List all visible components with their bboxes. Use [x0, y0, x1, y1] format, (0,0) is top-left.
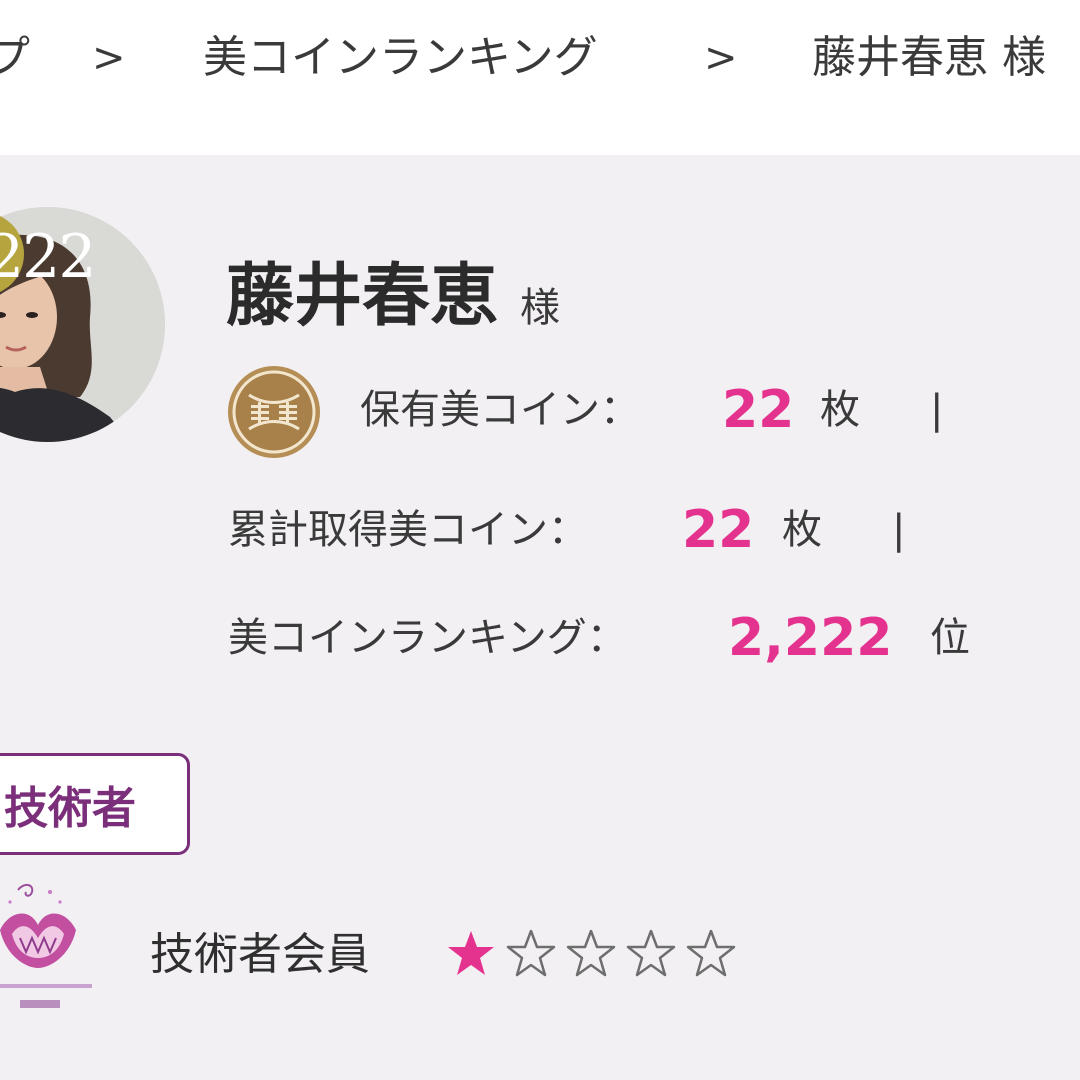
star-empty-icon [686, 929, 736, 977]
year-badge-text: 222 [0, 222, 97, 292]
breadcrumb-separator: > [704, 35, 738, 81]
star-empty-icon [626, 929, 676, 977]
page: プ > 美コインランキング > 藤井春恵 様 222 藤井春恵 様 保有美コイン… [0, 0, 1080, 1080]
stat-separator: | [930, 387, 944, 433]
brand-logo-icon [0, 884, 92, 1008]
stat-held-label: 保有美コイン： [360, 387, 640, 433]
membership-type: 技術者会員 [150, 929, 370, 980]
star-empty-icon [566, 929, 616, 977]
stat-held-coins: 保有美コイン： 22 枚 | [360, 382, 943, 438]
member-rating [446, 928, 746, 978]
member-name: 藤井春恵 [226, 257, 499, 336]
role-tag-label: 技術者 [4, 783, 136, 834]
stat-ranking-unit: 位 [930, 615, 970, 661]
stat-ranking-value: 2,222 [728, 608, 893, 668]
breadcrumb-item-ranking[interactable]: 美コインランキング [203, 28, 598, 88]
star-empty-icon [506, 929, 556, 977]
profile-panel: 222 藤井春恵様 保有美コイン： 22 枚 | 累計取得美コイン： 22 枚 … [0, 155, 1080, 1080]
breadcrumb-item-top[interactable]: プ [0, 28, 30, 88]
stat-cumulative-coins: 累計取得美コイン： 22 枚 | [228, 502, 905, 558]
member-honorific: 様 [520, 285, 561, 331]
stat-held-unit: 枚 [820, 387, 860, 433]
breadcrumb: プ > 美コインランキング > 藤井春恵 様 [0, 0, 1080, 150]
stat-cumulative-unit: 枚 [782, 507, 822, 553]
star-filled-icon [448, 931, 494, 975]
stat-held-value: 22 [722, 380, 795, 440]
stat-cumulative-value: 22 [682, 500, 755, 560]
stat-ranking-label: 美コインランキング： [228, 615, 627, 661]
breadcrumb-item-current: 藤井春恵 様 [812, 32, 1046, 83]
breadcrumb-separator: > [92, 35, 126, 81]
stat-ranking: 美コインランキング： 2,222 位 [228, 610, 970, 666]
stat-separator: | [892, 507, 906, 553]
stat-cumulative-label: 累計取得美コイン： [228, 507, 588, 553]
member-name-row: 藤井春恵様 [226, 255, 560, 339]
bi-coin-icon [228, 366, 320, 458]
